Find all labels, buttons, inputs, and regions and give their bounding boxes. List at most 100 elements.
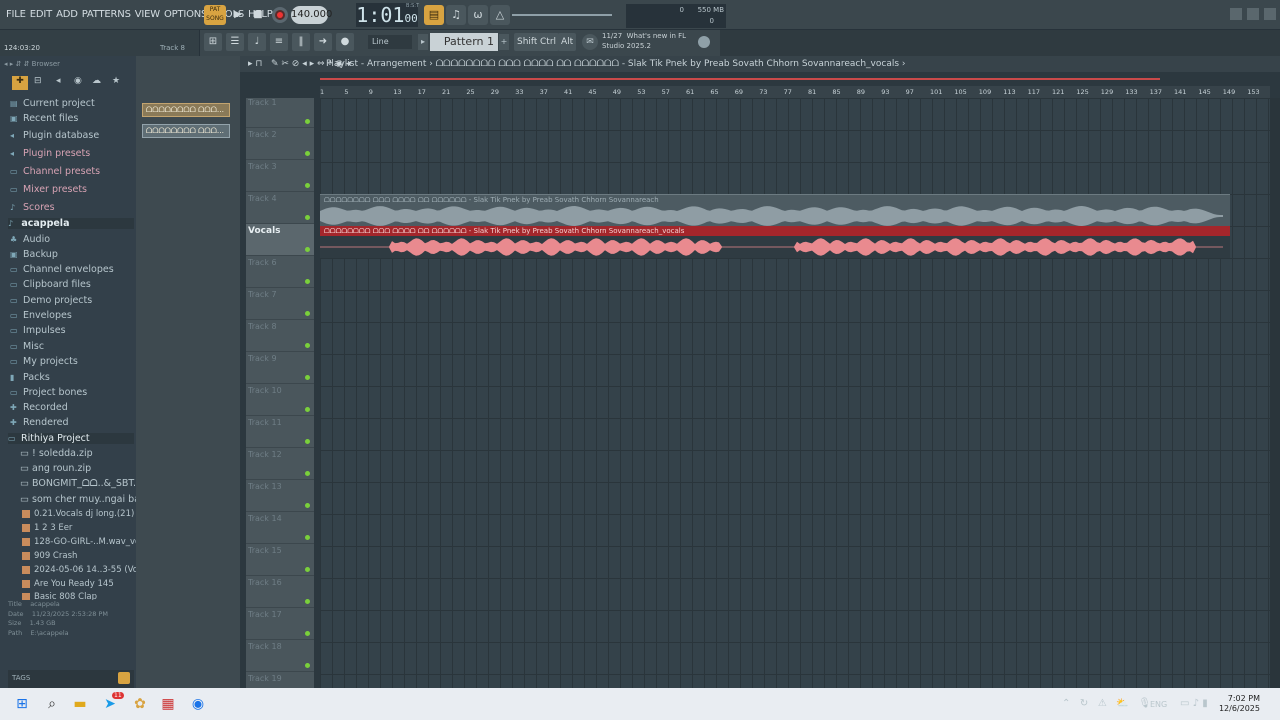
audio-clip[interactable]: ᗝᗝᗝᗝᗝᗝᗝᗝ ᗝᗝᗝ ᗝᗝᗝᗝ ᗝᗝ ᗝᗝᗝᗝᗝᗝ - Slak Tik P… — [320, 194, 1230, 226]
browser-subitem[interactable]: ▭ ang roun.zip — [20, 463, 91, 474]
playlist-tools[interactable]: ▸ ⊓ ✎ ✂ ⊘ ◂ ▸ ⇔ ⌖ ◉ ◂ — [248, 59, 351, 69]
ctrl-key-button[interactable]: Ctrl — [537, 33, 560, 51]
master-volume-slider[interactable] — [512, 14, 612, 16]
browser-subitem[interactable]: ▭ ! soledda.zip — [20, 448, 93, 459]
track-mute-led-icon[interactable] — [305, 247, 310, 252]
search-icon[interactable] — [118, 672, 130, 684]
browser-file[interactable]: Basic 808 Clap — [22, 592, 97, 600]
track-header[interactable]: Track 2 — [246, 128, 314, 160]
browser-cloud-icon[interactable]: ☁ — [92, 76, 101, 86]
track-header[interactable]: Track 11 — [246, 416, 314, 448]
browser-file[interactable]: Are You Ready 145 — [22, 579, 114, 589]
track-mute-led-icon[interactable] — [305, 567, 310, 572]
snap-select[interactable]: Line — [368, 35, 412, 49]
menu-options[interactable]: OPTIONS — [164, 9, 207, 20]
file-explorer-icon[interactable]: ▬ — [70, 694, 90, 714]
network-icon[interactable]: ▭ ♪ ▮ — [1180, 698, 1208, 709]
browser-item-envelopes[interactable]: ▭ Envelopes — [10, 310, 72, 321]
step-edit-icon[interactable]: ♫ — [446, 5, 466, 25]
prev-pattern-icon[interactable]: ▸ — [418, 34, 428, 50]
track-header[interactable]: Track 10 — [246, 384, 314, 416]
timeline-ruler[interactable]: 1 5 9 13 17 21 25 29 33 37 41 45 49 53 57 61 65 69 73 77 81 8… — [320, 86, 1270, 98]
plugin-picker-icon[interactable]: ➜ — [314, 33, 332, 51]
browser-item-plugin-presets[interactable]: ◂ Plugin presets — [10, 148, 90, 159]
track-mute-led-icon[interactable] — [305, 535, 310, 540]
track-mute-led-icon[interactable] — [305, 663, 310, 668]
picker-clip[interactable]: ᗝᗝᗝᗝᗝᗝᗝᗝ ᗝᗝᗝ... — [142, 124, 230, 138]
mixer-faders-icon[interactable]: ‖ — [292, 33, 310, 51]
track-mute-led-icon[interactable] — [305, 119, 310, 124]
search-icon[interactable]: ⌕ — [42, 694, 62, 714]
track-mute-led-icon[interactable] — [305, 279, 310, 284]
browser-item-channel-envelopes[interactable]: ▭ Channel envelopes — [10, 264, 114, 275]
track-mute-led-icon[interactable] — [305, 599, 310, 604]
chrome-icon[interactable]: ◉ — [188, 694, 208, 714]
browser-file[interactable]: 0.21.Vocals dj long.(21) — [22, 509, 134, 519]
track-mute-led-icon[interactable] — [305, 631, 310, 636]
play-button[interactable]: ▶ — [230, 7, 246, 23]
track-header[interactable]: Track 15 — [246, 544, 314, 576]
chat-icon[interactable]: ✉ — [582, 34, 598, 50]
track-header[interactable]: Track 13 — [246, 480, 314, 512]
browser-item-impulses[interactable]: ▭ Impulses — [10, 325, 66, 336]
browser-item-rendered[interactable]: ✚ Rendered — [10, 417, 69, 428]
stop-button[interactable]: ■ — [250, 7, 266, 23]
minimize-button[interactable] — [1229, 8, 1242, 20]
browser-item-my-projects[interactable]: ▭ My projects — [10, 356, 78, 367]
track-mute-led-icon[interactable] — [305, 311, 310, 316]
app-icon[interactable]: ▦ — [158, 694, 178, 714]
record-button[interactable] — [272, 7, 288, 23]
track-mute-led-icon[interactable] — [305, 439, 310, 444]
metronome-icon[interactable]: △ — [490, 5, 510, 25]
track-header[interactable]: Track 1 — [246, 96, 314, 128]
browser-item-packs[interactable]: ▮ Packs — [10, 372, 50, 383]
audio-clip-vocals[interactable]: ᗝᗝᗝᗝᗝᗝᗝᗝ ᗝᗝᗝ ᗝᗝᗝᗝ ᗝᗝ ᗝᗝᗝᗝᗝᗝ - Slak Tik P… — [320, 226, 1230, 258]
fl-studio-icon[interactable]: ✿ — [130, 694, 150, 714]
browser-item-acappela[interactable]: ♪ acappela — [8, 218, 134, 229]
menu-add[interactable]: ADD — [56, 9, 78, 20]
track-header[interactable]: Track 18 — [246, 640, 314, 672]
track-mute-led-icon[interactable] — [305, 375, 310, 380]
track-header[interactable]: Track 14 — [246, 512, 314, 544]
menu-edit[interactable]: EDIT — [30, 9, 52, 20]
track-mute-led-icon[interactable] — [305, 215, 310, 220]
browser-item-rithiya-project[interactable]: ▭ Rithiya Project — [8, 433, 134, 444]
pattern-song-toggle[interactable]: PAT SONG — [204, 5, 226, 25]
browser-file[interactable]: 1 2 3 Eer — [22, 523, 72, 533]
blend-notes-icon[interactable]: ω — [468, 5, 488, 25]
vertical-scrollbar[interactable] — [1270, 98, 1280, 688]
tray-icons[interactable]: ⌃ ↻ ⚠ ⛅ 🎙 — [1062, 698, 1151, 709]
picker-clip[interactable]: ᗝᗝᗝᗝᗝᗝᗝᗝ ᗝᗝᗝ... — [142, 103, 230, 117]
news-settings-icon[interactable] — [698, 36, 710, 48]
mixer-icon[interactable]: ☰ — [226, 33, 244, 51]
close-button[interactable] — [1264, 8, 1276, 20]
browser-item-recent-files[interactable]: ▣ Recent files — [10, 113, 78, 124]
track-header[interactable]: Track 3 — [246, 160, 314, 192]
track-mute-led-icon[interactable] — [305, 343, 310, 348]
track-mute-led-icon[interactable] — [305, 503, 310, 508]
browser-favorites-icon[interactable]: ★ — [112, 76, 120, 86]
browser-subitem[interactable]: ▭ BONGMIT_ᗝᗝ..&_SBT.zip — [20, 478, 150, 489]
browser-item-clipboard-files[interactable]: ▭ Clipboard files — [10, 279, 91, 290]
browser-item-project-bones[interactable]: ▭ Project bones — [10, 387, 87, 398]
news-panel[interactable]: 11/27 What's new in FL Studio 2025.2 — [602, 31, 712, 55]
add-pattern-icon[interactable]: + — [499, 34, 509, 50]
browser-item-misc[interactable]: ▭ Misc — [10, 341, 44, 352]
track-mute-led-icon[interactable] — [305, 471, 310, 476]
browser-file[interactable]: 909 Crash — [22, 551, 77, 561]
track-header[interactable]: Track 17 — [246, 608, 314, 640]
browser-item-plugin-database[interactable]: ◂ Plugin database — [10, 130, 99, 141]
typing-keyboard-icon[interactable]: ▤ — [424, 5, 444, 25]
menu-file[interactable]: FILE — [6, 9, 26, 20]
browser-item-channel-presets[interactable]: ▭ Channel presets — [10, 166, 100, 177]
browser-item-mixer-presets[interactable]: ▭ Mixer presets — [10, 184, 87, 195]
song-range-bar[interactable] — [320, 78, 1160, 80]
microphone-icon[interactable]: ● — [336, 33, 354, 51]
browser-all-icon[interactable]: ✚ — [12, 76, 28, 90]
tags-bar[interactable]: TAGS — [8, 670, 134, 688]
piano-roll-icon[interactable]: ♩ — [248, 33, 266, 51]
browser-collapse-icon[interactable]: ⊟ — [34, 76, 42, 86]
track-mute-led-icon[interactable] — [305, 407, 310, 412]
alt-key-button[interactable]: Alt — [558, 33, 577, 51]
track-header[interactable]: Track 16 — [246, 576, 314, 608]
